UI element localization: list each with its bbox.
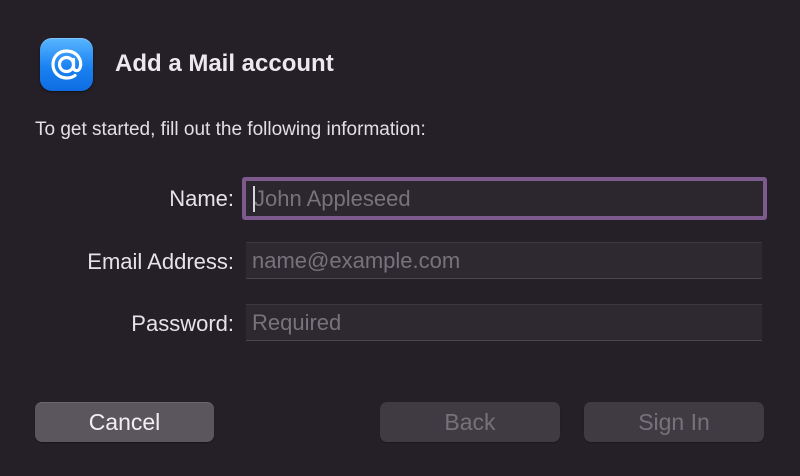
dialog-title: Add a Mail account xyxy=(115,50,334,77)
password-field[interactable] xyxy=(246,304,762,341)
email-address-label: Email Address: xyxy=(87,249,234,274)
cancel-button[interactable]: Cancel xyxy=(35,402,214,442)
instructions-text: To get started, fill out the following i… xyxy=(35,119,426,140)
email-address-field[interactable] xyxy=(246,242,762,279)
add-mail-account-dialog: Add a Mail account To get started, fill … xyxy=(0,0,800,476)
back-button[interactable]: Back xyxy=(380,402,560,442)
name-field[interactable] xyxy=(242,177,767,220)
password-label: Password: xyxy=(131,311,234,336)
text-caret xyxy=(253,186,255,212)
mail-at-icon xyxy=(40,38,93,91)
sign-in-button[interactable]: Sign In xyxy=(584,402,764,442)
name-label: Name: xyxy=(169,186,234,211)
